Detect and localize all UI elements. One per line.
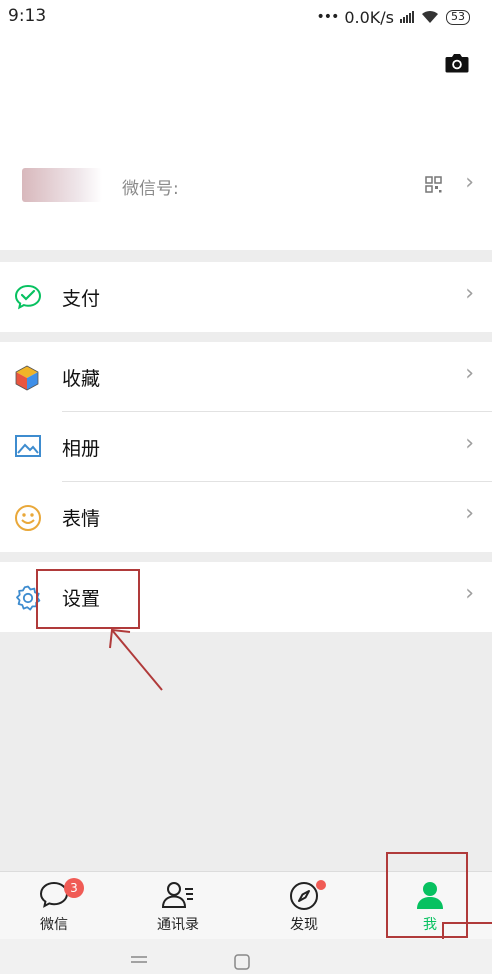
contacts-icon	[161, 882, 193, 908]
chevron-right-icon: ›	[465, 581, 474, 606]
status-indicators: ••• 0.0K/s 53	[317, 6, 470, 28]
network-speed: 0.0K/s	[344, 7, 394, 27]
menu-label-pay: 支付	[62, 288, 101, 310]
content-group: 收藏 › 相册 › 表情 ›	[0, 342, 492, 552]
tab-chats[interactable]: 3 微信	[4, 872, 104, 940]
unread-badge: 3	[64, 878, 84, 898]
album-icon	[15, 435, 41, 457]
wifi-icon	[422, 10, 438, 23]
new-moments-dot	[316, 880, 326, 890]
qr-code-icon[interactable]	[425, 176, 442, 193]
chevron-right-icon: ›	[465, 361, 474, 386]
wechat-id-label: 微信号:	[122, 179, 179, 199]
signal-icon	[400, 11, 414, 23]
tab-label-chats: 微信	[40, 917, 68, 933]
chevron-right-icon: ›	[465, 281, 474, 306]
avatar[interactable]	[22, 168, 102, 202]
tab-label-contacts: 通讯录	[157, 917, 199, 933]
stickers-icon	[15, 505, 41, 531]
battery-icon: 53	[446, 9, 470, 25]
annotation-settings-box	[36, 569, 140, 629]
chevron-right-icon: ›	[465, 431, 474, 456]
menu-item-favorites[interactable]: 收藏 ›	[0, 342, 492, 412]
notification-dots-icon: •••	[316, 9, 340, 25]
tab-contacts[interactable]: 通讯录	[128, 872, 228, 940]
menu-label-favorites: 收藏	[62, 368, 101, 390]
menu-item-stickers[interactable]: 表情 ›	[0, 482, 492, 552]
pay-icon	[14, 284, 42, 310]
chevron-right-icon: ›	[465, 501, 474, 526]
system-nav-bar	[0, 939, 492, 974]
profile-header[interactable]: 微信号: ›	[0, 34, 492, 250]
status-time: 9:13	[8, 6, 47, 26]
camera-icon[interactable]	[444, 52, 470, 74]
menu-item-pay[interactable]: 支付 ›	[0, 262, 492, 332]
profile-chevron-icon: ›	[465, 170, 474, 195]
annotation-arrow-icon	[109, 628, 163, 691]
menu-item-album[interactable]: 相册 ›	[0, 412, 492, 482]
status-bar: 9:13 ••• 0.0K/s 53	[0, 0, 492, 34]
tab-discover[interactable]: 发现	[254, 872, 354, 940]
menu-label-stickers: 表情	[62, 508, 101, 530]
menu-label-album: 相册	[62, 438, 101, 460]
menu-icon[interactable]	[131, 955, 147, 967]
home-icon[interactable]	[233, 953, 251, 971]
pay-group: 支付 ›	[0, 262, 492, 332]
tab-label-discover: 发现	[290, 917, 318, 933]
favorites-icon	[15, 365, 39, 391]
